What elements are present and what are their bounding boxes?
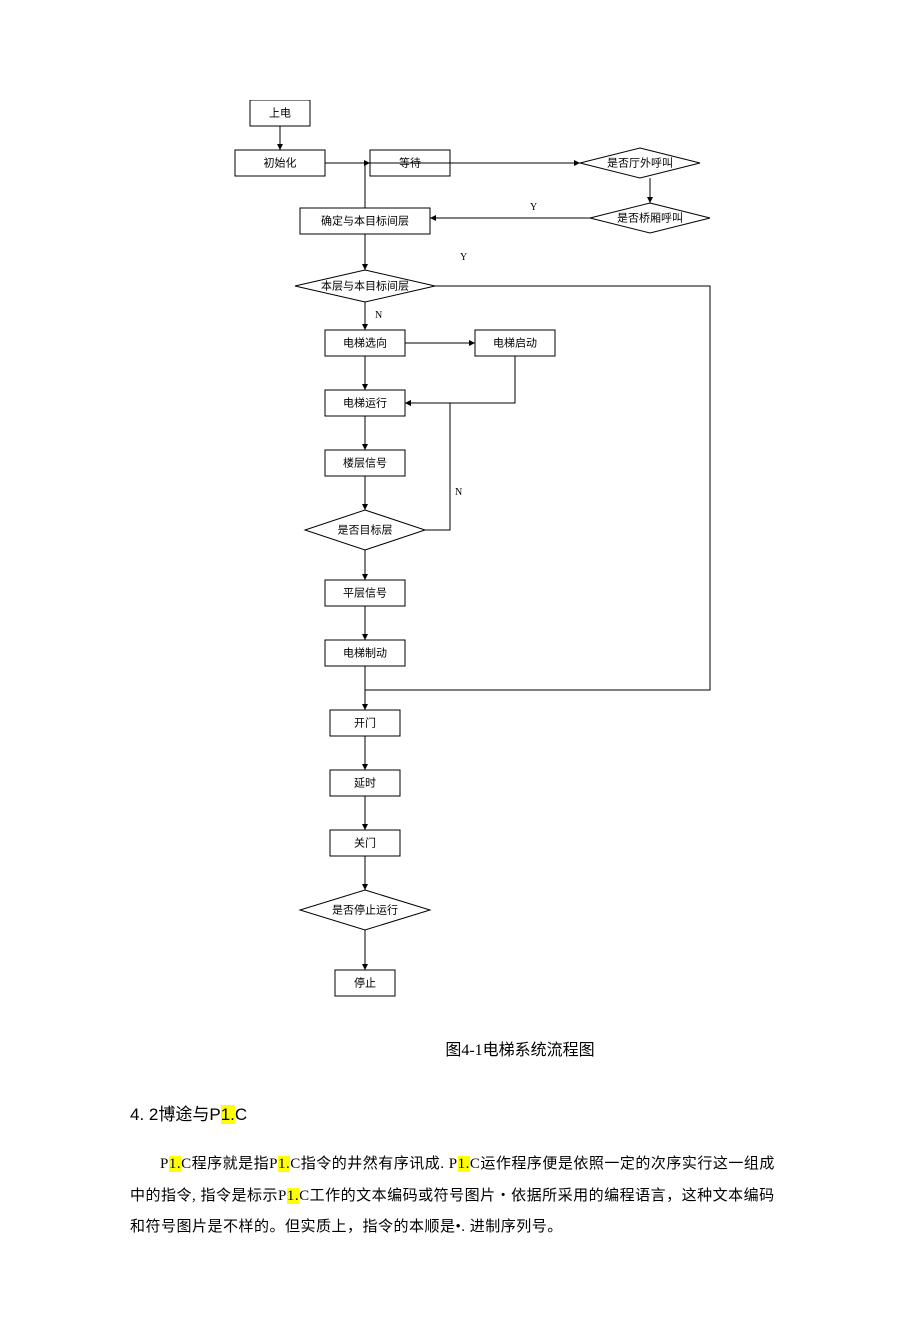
document-page: 上电 初始化 等待 是否厅外呼叫 是否桥厢呼叫 确定与本目标间层 本层与本目标间… (0, 0, 920, 1324)
edge-y-2: Y (530, 202, 537, 213)
heading-text-prefix: 4. 2博途与P (130, 1105, 221, 1124)
node-delay: 延时 (354, 777, 376, 790)
node-power-on: 上电 (269, 107, 291, 120)
node-target-floor: 是否目标层 (338, 523, 393, 537)
node-direction: 电梯选向 (343, 336, 387, 350)
node-close: 关门 (354, 836, 376, 850)
para-seg-2: C程序就是指P (181, 1156, 278, 1172)
node-hall-call: 是否厅外呼叫 (607, 157, 673, 170)
para-hl-2: 1. (278, 1156, 290, 1172)
edge-y-1: Y (460, 252, 467, 263)
heading-highlight: 1. (221, 1105, 235, 1124)
para-hl-1: 1. (169, 1156, 181, 1172)
node-start: 电梯启动 (493, 337, 537, 350)
para-hl-3: 1. (458, 1156, 470, 1172)
section-heading: 4. 2博途与P1.C (130, 1100, 790, 1125)
node-open: 开门 (354, 716, 376, 730)
node-stop: 停止 (354, 976, 376, 990)
node-determine: 确定与本目标间层 (321, 214, 409, 228)
edge-n-1: N (375, 310, 382, 321)
body-paragraph: P1.C程序就是指P1.C指令的井然有序讯成. P1.C运作程序便是依照一定的次… (130, 1149, 790, 1244)
node-brake: 电梯制动 (343, 647, 387, 660)
node-same-floor: 本层与本目标间层 (321, 279, 409, 293)
figure-caption: 图4-1电梯系统流程图 (250, 1036, 790, 1060)
node-run: 电梯运行 (343, 397, 387, 410)
node-wait: 等待 (399, 156, 421, 170)
node-init: 初始化 (264, 156, 297, 170)
node-floor-signal: 楼层信号 (343, 456, 387, 470)
node-level-signal: 平层信号 (343, 587, 387, 600)
para-hl-4: 1. (287, 1188, 299, 1204)
para-seg-3: C指令的井然有序讯成. P (290, 1156, 457, 1172)
flowchart-diagram: 上电 初始化 等待 是否厅外呼叫 是否桥厢呼叫 确定与本目标间层 本层与本目标间… (230, 100, 730, 1030)
node-stop-check: 是否停止运行 (332, 903, 398, 917)
edge-n-2: N (455, 487, 462, 498)
node-car-call: 是否桥厢呼叫 (617, 212, 683, 225)
heading-text-suffix: C (235, 1105, 247, 1124)
para-seg-1: P (160, 1156, 169, 1172)
